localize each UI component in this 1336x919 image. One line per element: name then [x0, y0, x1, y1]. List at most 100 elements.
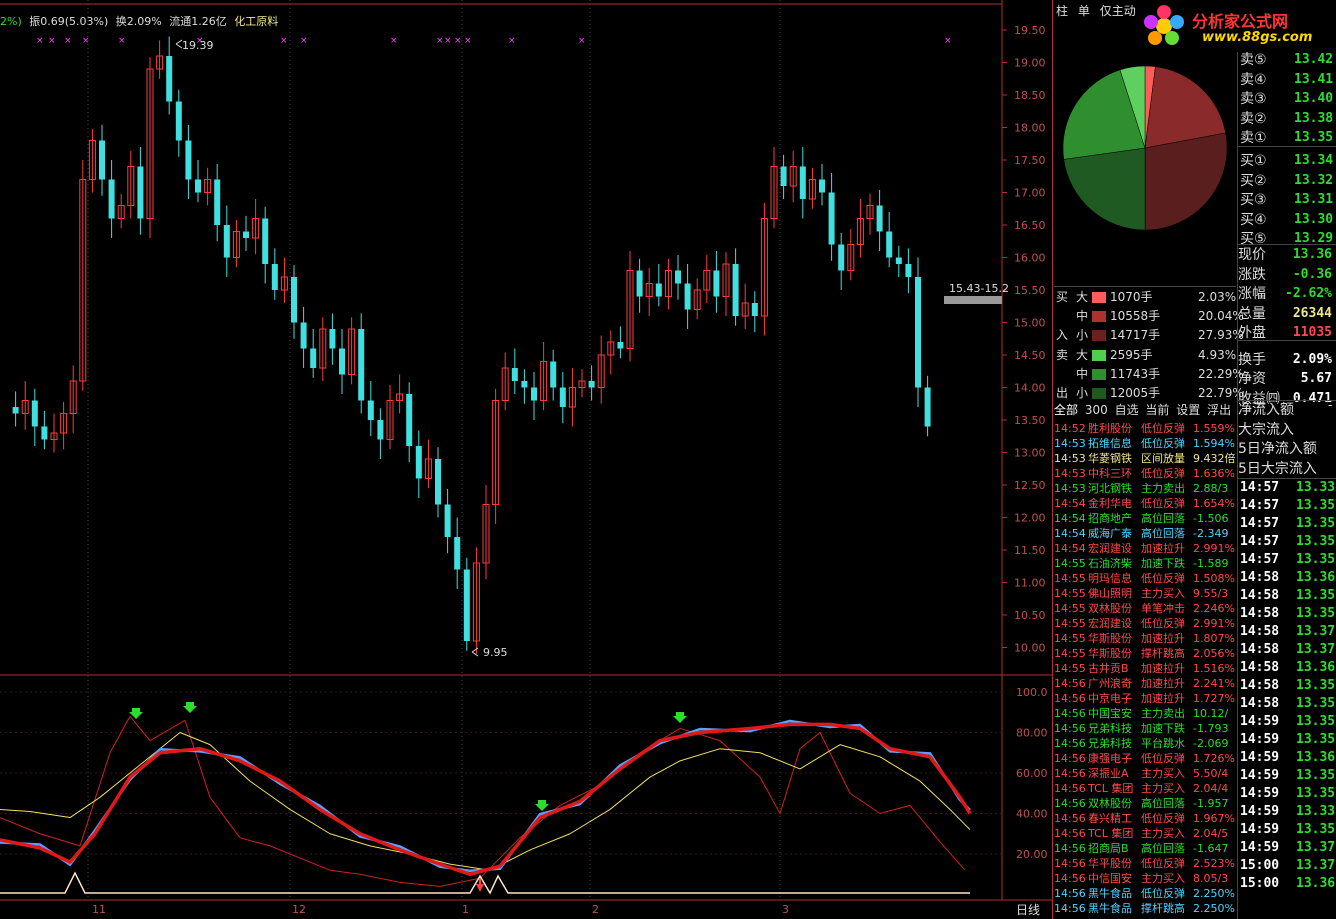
- alert-row[interactable]: 14:56 TCL 集团 主力买入 2.04/5: [1054, 826, 1238, 841]
- alert-stock-name: TCL 集团: [1088, 782, 1134, 795]
- alert-row[interactable]: 14:55 明玛信息 低位反弹 1.508%: [1054, 571, 1238, 586]
- candle-body: [684, 283, 691, 310]
- tick-price: 13.36: [1296, 570, 1336, 585]
- alert-signal: 加速下跌: [1141, 722, 1185, 735]
- alert-row[interactable]: 14:56 双林股份 高位回落 -1.957: [1054, 796, 1238, 811]
- candle-body: [886, 231, 893, 258]
- alert-row[interactable]: 14:55 双林股份 单笔冲击 2.246%: [1054, 601, 1238, 616]
- price-tick-label: 18.00: [1014, 122, 1046, 135]
- stat-value: 2.09%: [1292, 351, 1332, 367]
- down-arrow-icon: [673, 712, 687, 723]
- stat-divider: [1238, 340, 1336, 341]
- tick-row: 15:00 13.37: [1238, 857, 1336, 875]
- alert-row[interactable]: 14:56 兄弟科技 加速下跌 -1.793: [1054, 721, 1238, 736]
- alert-row[interactable]: 14:55 古井贡B 加速拉升 1.516%: [1054, 661, 1238, 676]
- alert-row[interactable]: 14:56 华平股份 低位反弹 2.523%: [1054, 856, 1238, 871]
- axes: 19.50 19.00 18.50 18.00 17.50 17.00 16.50 16.00…: [92, 24, 1048, 916]
- alert-row[interactable]: 14:53 河北钢铁 主力卖出 2.88/3: [1054, 481, 1238, 496]
- flow-swatch: [1092, 311, 1106, 322]
- tab-active-only[interactable]: 仅主动: [1100, 4, 1136, 18]
- d-line: [0, 719, 971, 873]
- stat-label: 净资: [1238, 371, 1266, 387]
- tab-bars[interactable]: 柱: [1056, 4, 1068, 18]
- tick-time: 14:58: [1240, 624, 1280, 639]
- price-tick-label: 15.00: [1014, 317, 1046, 330]
- alert-row[interactable]: 14:56 广州浪奇 加速拉升 2.241%: [1054, 676, 1238, 691]
- price-tick-label: 13.00: [1014, 447, 1046, 460]
- signal-baseline: [0, 871, 970, 895]
- alert-change: 2.991%: [1193, 617, 1235, 630]
- alert-signal: 低位反弹: [1141, 887, 1185, 900]
- alert-row[interactable]: 14:56 招商局B 高位回落 -1.647: [1054, 841, 1238, 856]
- alert-row[interactable]: 14:53 拓维信息 低位反弹 1.594%: [1054, 436, 1238, 451]
- alert-row[interactable]: 14:56 黑牛食品 低位反弹 2.250%: [1054, 886, 1238, 901]
- tick-time: 14:58: [1240, 696, 1280, 711]
- candle-body: [675, 270, 681, 284]
- alert-stock-name: 双林股份: [1088, 797, 1132, 810]
- tab-settings[interactable]: 设置: [1176, 403, 1200, 417]
- tick-row: 14:58 13.35: [1238, 587, 1336, 605]
- price-tick-label: 15.50: [1014, 284, 1046, 297]
- bid-row: 买② 13.32: [1238, 171, 1336, 191]
- alert-time: 14:56: [1054, 677, 1086, 690]
- alert-row[interactable]: 14:55 石油济柴 加速下跌 -1.589: [1054, 556, 1238, 571]
- price-tick-label: 11.00: [1014, 577, 1046, 590]
- alert-row[interactable]: 14:56 黑牛食品 撑杆跳高 2.250%: [1054, 901, 1238, 916]
- price-tick-label: 12.00: [1014, 512, 1046, 525]
- alert-row[interactable]: 14:55 华斯股份 加速拉升 1.807%: [1054, 631, 1238, 646]
- range-marker-bar: [944, 296, 1002, 304]
- alert-row[interactable]: 14:56 中信国安 主力买入 8.05/3: [1054, 871, 1238, 886]
- alert-change: 1.967%: [1193, 812, 1235, 825]
- alert-row[interactable]: 14:55 华斯股份 撑杆跳高 2.056%: [1054, 646, 1238, 661]
- alert-row[interactable]: 14:54 招商地产 高位回落 -1.506: [1054, 511, 1238, 526]
- tick-time: 14:59: [1240, 714, 1280, 729]
- tab-current[interactable]: 当前: [1145, 403, 1169, 417]
- stat-row: 换手 2.09%: [1238, 350, 1336, 370]
- high-annotation: 19.39: [182, 39, 214, 52]
- alert-row[interactable]: 14:53 中科三环 低位反弹 1.636%: [1054, 466, 1238, 481]
- alert-row[interactable]: 14:54 威海广泰 高位回落 -2.349: [1054, 526, 1238, 541]
- alert-time: 14:56: [1054, 707, 1086, 720]
- alert-time: 14:56: [1054, 722, 1086, 735]
- alert-change: 1.594%: [1193, 437, 1235, 450]
- tick-time: 14:57: [1240, 534, 1280, 549]
- alert-row[interactable]: 14:54 金利华电 低位反弹 1.654%: [1054, 496, 1238, 511]
- alert-change: 2.991%: [1193, 542, 1235, 555]
- tick-price: 13.35: [1296, 696, 1336, 711]
- order-level-price: 13.40: [1294, 91, 1334, 107]
- candle-body: [819, 179, 825, 193]
- flow-row-2: 小 14717手 27.93%: [1054, 326, 1244, 345]
- alert-row[interactable]: 14:55 佛山照明 主力买入 9.55/3: [1054, 586, 1238, 601]
- alert-signal: 低位反弹: [1141, 572, 1185, 585]
- x-marker-icon: ×: [300, 36, 308, 46]
- tab-watchlist[interactable]: 自选: [1115, 403, 1139, 417]
- alert-row[interactable]: 14:56 康强电子 低位反弹 1.726%: [1054, 751, 1238, 766]
- alert-row[interactable]: 14:52 胜利股份 低位反弹 1.559%: [1054, 421, 1238, 436]
- alert-row[interactable]: 14:56 中京电子 加速拉升 1.727%: [1054, 691, 1238, 706]
- tab-all[interactable]: 全部: [1054, 403, 1078, 417]
- osc-tick-label: 40.00: [1016, 808, 1048, 821]
- stat-row: 净资 5.67: [1238, 369, 1336, 389]
- alert-change: 1.559%: [1193, 422, 1235, 435]
- tab-300[interactable]: 300: [1085, 403, 1108, 417]
- alert-row[interactable]: 14:56 深振业A 主力买入 5.50/4: [1054, 766, 1238, 781]
- tab-single[interactable]: 单: [1078, 4, 1090, 18]
- flow-pct: 4.93%: [1198, 348, 1237, 362]
- order-level-price: 13.30: [1294, 211, 1334, 227]
- oscillator: [0, 715, 972, 895]
- stat-value: 26344: [1292, 305, 1332, 321]
- flow-group-label: 小: [1076, 386, 1089, 400]
- tick-time: 14:58: [1240, 678, 1280, 693]
- alert-row[interactable]: 14:53 华菱钢铁 区间放量 9.432倍: [1054, 451, 1238, 466]
- tab-float[interactable]: 浮出: [1207, 403, 1231, 417]
- watermark-title: 分析家公式网: [1192, 12, 1289, 31]
- alert-row[interactable]: 14:55 宏润建设 低位反弹 2.991%: [1054, 616, 1238, 631]
- osc-tick-label: 100.0: [1016, 686, 1048, 699]
- main-chart[interactable]: × × × × × × × × × × × × × × × × 19.50 19.00 18.50 18.00 17.…: [0, 0, 1052, 919]
- alert-row[interactable]: 14:56 兄弟科技 平台跳水 -2.069: [1054, 736, 1238, 751]
- alert-row[interactable]: 14:56 TCL 集团 主力买入 2.04/4: [1054, 781, 1238, 796]
- candle-body: [185, 140, 192, 180]
- alert-row[interactable]: 14:56 春兴精工 低位反弹 1.967%: [1054, 811, 1238, 826]
- alert-row[interactable]: 14:56 中国宝安 主力卖出 10.12/: [1054, 706, 1238, 721]
- alert-row[interactable]: 14:54 宏润建设 加速拉升 2.991%: [1054, 541, 1238, 556]
